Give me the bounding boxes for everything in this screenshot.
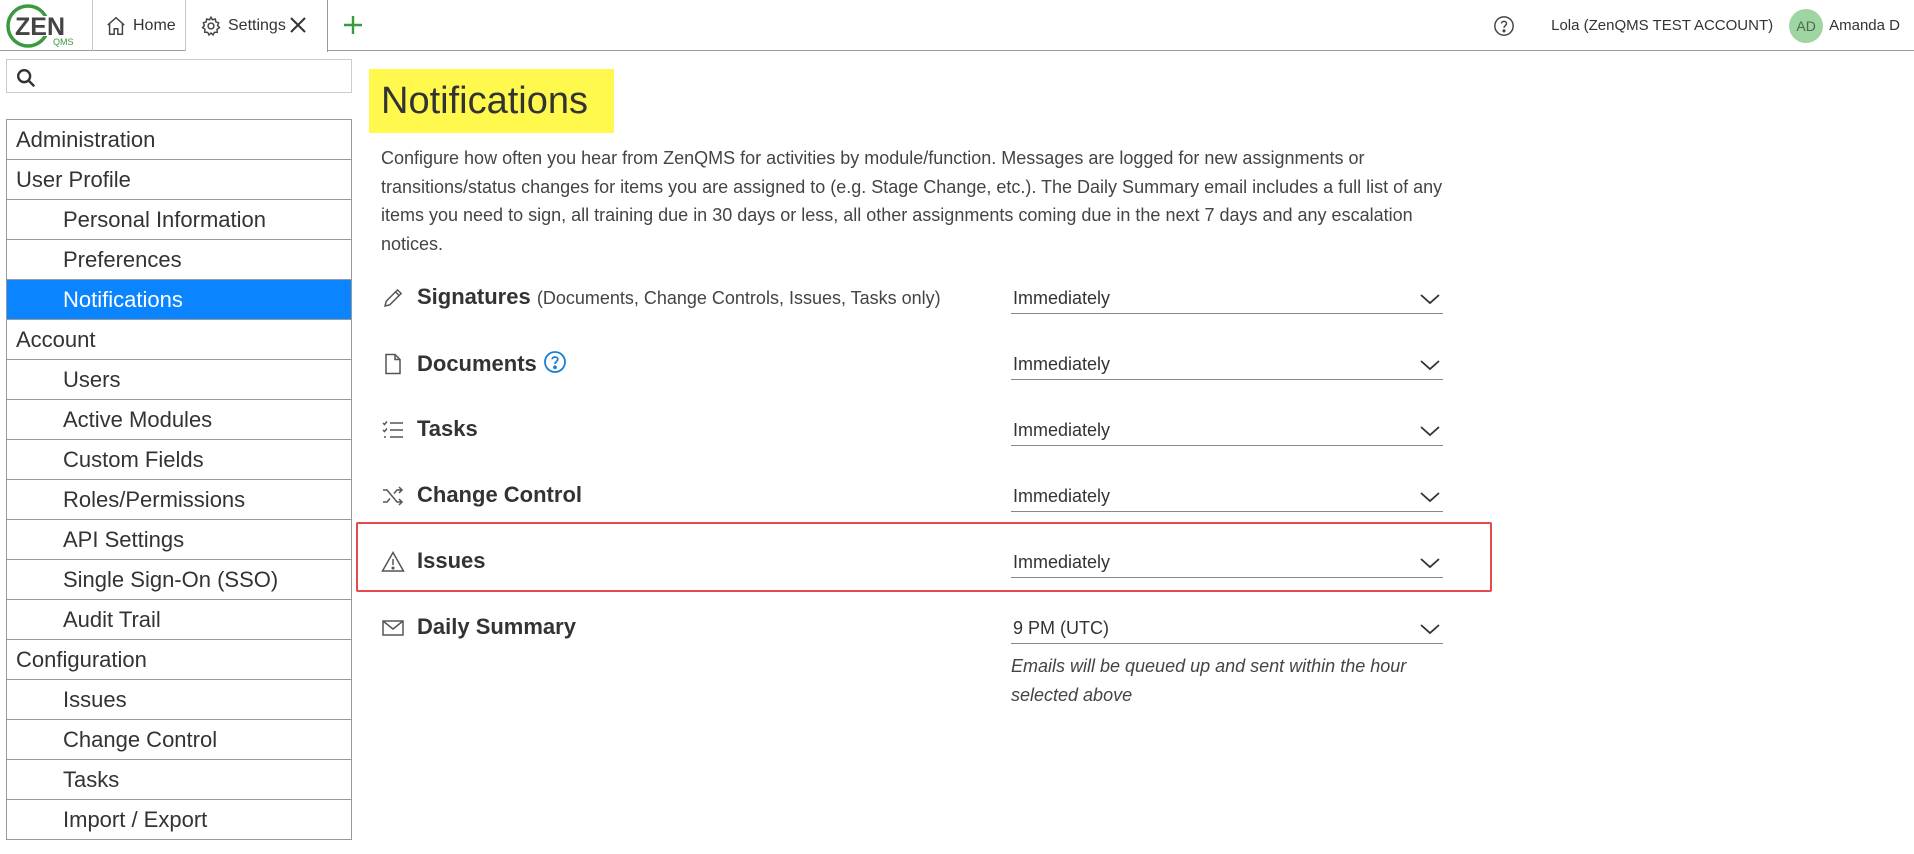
- change-control-frequency-value: Immediately: [1013, 486, 1111, 506]
- notification-row-tasks: Tasks Immediately: [381, 410, 1443, 450]
- daily-summary-time-select[interactable]: 9 PM (UTC): [1011, 614, 1443, 644]
- warning-icon: [381, 550, 405, 572]
- chevron-down-icon: [1420, 558, 1440, 569]
- daily-summary-time-value: 9 PM (UTC): [1013, 618, 1109, 638]
- sidebar-item-notifications[interactable]: Notifications: [7, 280, 351, 320]
- search-input[interactable]: [43, 64, 347, 90]
- tab-settings-label: Settings: [228, 17, 286, 34]
- signatures-frequency-select[interactable]: Immediately: [1011, 284, 1443, 314]
- sidebar-item-configuration[interactable]: Configuration: [7, 640, 351, 680]
- sidebar-item-preferences[interactable]: Preferences: [7, 240, 351, 280]
- signatures-label: Signatures: [417, 284, 531, 309]
- chevron-down-icon: [1420, 294, 1440, 305]
- chevron-down-icon: [1420, 426, 1440, 437]
- home-icon: [107, 16, 125, 35]
- shuffle-icon: [383, 486, 404, 506]
- documents-frequency-select[interactable]: Immediately: [1011, 350, 1443, 380]
- chevron-down-icon: [1420, 360, 1440, 371]
- documents-frequency-value: Immediately: [1013, 354, 1111, 374]
- sidebar-item-issues[interactable]: Issues: [7, 680, 351, 720]
- change-control-frequency-select[interactable]: Immediately: [1011, 482, 1443, 512]
- zenqms-logo[interactable]: ZEN QMS: [4, 2, 74, 48]
- document-icon: [385, 353, 401, 375]
- tab-home[interactable]: Home: [92, 0, 186, 51]
- issues-label: Issues: [417, 548, 486, 573]
- sidebar-item-sso[interactable]: Single Sign-On (SSO): [7, 560, 351, 600]
- avatar[interactable]: AD: [1789, 8, 1824, 43]
- header-right: Lola (ZenQMS TEST ACCOUNT) AD Amanda D: [1493, 0, 1914, 51]
- sidebar-item-tasks[interactable]: Tasks: [7, 760, 351, 800]
- sidebar-item-import-export[interactable]: Import / Export: [7, 800, 351, 840]
- top-bar: ZEN QMS Home Settings Lola (ZenQMS TEST …: [0, 0, 1914, 52]
- sidebar-item-audit-trail[interactable]: Audit Trail: [7, 600, 351, 640]
- sidebar-item-change-control[interactable]: Change Control: [7, 720, 351, 760]
- documents-label: Documents: [417, 351, 537, 376]
- search-icon: [17, 69, 36, 88]
- sidebar-item-users[interactable]: Users: [7, 360, 351, 400]
- issues-frequency-select[interactable]: Immediately: [1011, 548, 1443, 578]
- pencil-icon: [383, 288, 403, 308]
- sidebar-item-account[interactable]: Account: [7, 320, 351, 360]
- notification-row-issues: Issues Immediately: [381, 542, 1443, 582]
- help-icon[interactable]: [1493, 15, 1515, 37]
- page-title: Notifications: [369, 69, 614, 133]
- daily-summary-note: Emails will be queued up and sent within…: [1011, 656, 1407, 705]
- add-tab-icon[interactable]: [340, 12, 366, 38]
- notification-row-change-control: Change Control Immediately: [381, 476, 1443, 516]
- envelope-icon: [382, 620, 404, 636]
- sidebar-item-user-profile[interactable]: User Profile: [7, 160, 351, 200]
- chevron-down-icon: [1420, 624, 1440, 635]
- sidebar-item-active-modules[interactable]: Active Modules: [7, 400, 351, 440]
- gear-icon: [201, 15, 221, 37]
- account-selector[interactable]: Lola (ZenQMS TEST ACCOUNT): [1551, 17, 1773, 34]
- tasks-frequency-select[interactable]: Immediately: [1011, 416, 1443, 446]
- tab-settings[interactable]: Settings: [186, 0, 328, 52]
- sidebar-item-personal-information[interactable]: Personal Information: [7, 200, 351, 240]
- logo-subtext: QMS: [53, 37, 74, 47]
- help-circle-icon[interactable]: [543, 350, 567, 374]
- issues-frequency-value: Immediately: [1013, 552, 1111, 572]
- sidebar-item-api-settings[interactable]: API Settings: [7, 520, 351, 560]
- tab-home-label: Home: [133, 16, 176, 34]
- tasks-frequency-value: Immediately: [1013, 420, 1111, 440]
- settings-sidebar: Administration User Profile Personal Inf…: [6, 119, 352, 840]
- tasks-label: Tasks: [417, 416, 478, 441]
- change-control-label: Change Control: [417, 482, 582, 507]
- signatures-sublabel: (Documents, Change Controls, Issues, Tas…: [536, 288, 941, 308]
- sidebar-item-custom-fields[interactable]: Custom Fields: [7, 440, 351, 480]
- page-description: Configure how often you hear from ZenQMS…: [381, 148, 1443, 254]
- close-icon[interactable]: [287, 14, 309, 36]
- checklist-icon: [382, 421, 403, 438]
- settings-search[interactable]: [6, 59, 352, 93]
- sidebar-item-roles-permissions[interactable]: Roles/Permissions: [7, 480, 351, 520]
- notification-row-documents: Documents Immediately: [381, 344, 1443, 384]
- notification-row-signatures: Signatures (Documents, Change Controls, …: [381, 278, 1443, 318]
- notification-row-daily-summary: Daily Summary 9 PM (UTC): [381, 608, 1443, 648]
- signatures-frequency-value: Immediately: [1013, 288, 1111, 308]
- chevron-down-icon: [1420, 492, 1440, 503]
- sidebar-item-administration[interactable]: Administration: [7, 120, 351, 160]
- user-name[interactable]: Amanda D: [1829, 17, 1900, 34]
- daily-summary-label: Daily Summary: [417, 614, 576, 639]
